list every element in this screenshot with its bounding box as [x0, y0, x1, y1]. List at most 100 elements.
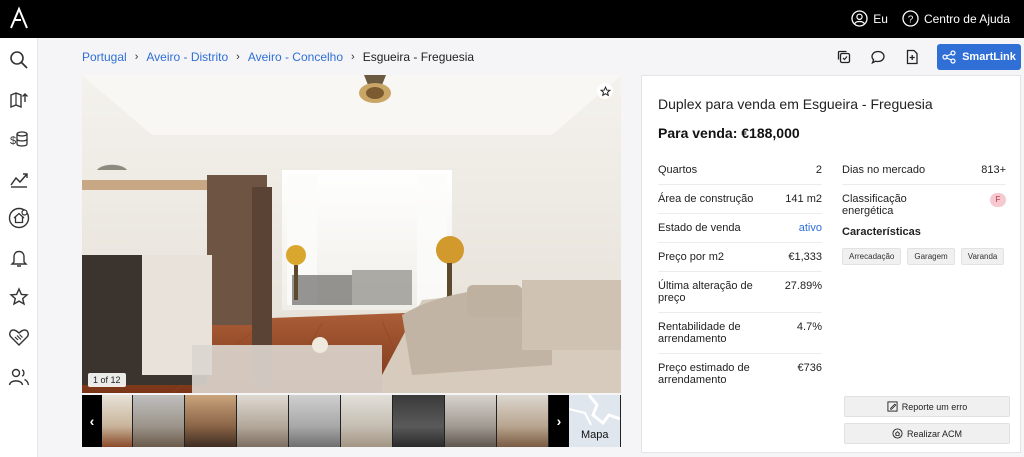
detail-label: Última alteração de preço: [658, 280, 753, 304]
detail-row: Estado de venda ativo: [658, 214, 822, 243]
breadcrumb-aveiro-concelho[interactable]: Aveiro - Concelho: [248, 50, 343, 64]
user-label: Eu: [873, 11, 888, 26]
help-label: Centro de Ajuda: [923, 11, 1010, 26]
features-title: Características: [842, 226, 921, 238]
living-room-photo: [82, 75, 621, 393]
logo-icon[interactable]: [8, 6, 30, 30]
main-photo[interactable]: 1 of 12: [82, 75, 621, 393]
compare-button[interactable]: [833, 46, 855, 68]
thumbnail[interactable]: [185, 395, 236, 447]
thumbnail-strip: ‹ › Mapa: [82, 394, 621, 447]
detail-label: Área de construção: [658, 193, 754, 205]
detail-row: Quartos 2: [658, 156, 822, 185]
thumbnail[interactable]: [289, 395, 340, 447]
chevron-right-icon: ›: [236, 51, 240, 63]
feature-tag: Arrecadação: [842, 248, 902, 265]
detail-row: Rentabilidade de arrendamento 4.7%: [658, 313, 822, 354]
detail-value: 4.7%: [796, 321, 822, 333]
thumbnail[interactable]: [237, 395, 288, 447]
detail-row: Preço estimado de arrendamento €736: [658, 354, 822, 394]
chevron-right-icon: ›: [351, 51, 355, 63]
thumbnail[interactable]: [102, 395, 132, 447]
chevron-right-icon: ›: [556, 413, 562, 429]
listing-panel: Duplex para venda em Esgueira - Freguesi…: [641, 75, 1021, 453]
detail-value: 2: [815, 164, 822, 176]
listing-actions: [833, 46, 923, 68]
report-error-label: Reporte um erro: [901, 401, 968, 412]
chevron-right-icon: ›: [134, 51, 139, 63]
star-outline-icon: [599, 85, 611, 96]
breadcrumb-current: Esgueira - Freguesia: [362, 50, 475, 64]
detail-label: Estado de venda: [658, 222, 741, 234]
money-stack-icon[interactable]: $: [7, 127, 31, 151]
detail-label: Dias no mercado: [842, 164, 926, 176]
detail-value: €1,333: [788, 251, 822, 263]
star-icon[interactable]: [7, 285, 31, 309]
detail-label: Classificação energética: [842, 193, 907, 217]
svg-text:?: ?: [908, 15, 914, 26]
help-center-link[interactable]: ? Centro de Ajuda: [902, 10, 1010, 27]
handshake-icon[interactable]: [7, 325, 31, 349]
user-menu[interactable]: Eu: [851, 10, 888, 27]
thumbnail[interactable]: [393, 395, 444, 447]
listing-title: Duplex para venda em Esgueira - Freguesi…: [658, 96, 933, 112]
smartlink-label: SmartLink: [962, 51, 1016, 63]
user-icon: [851, 10, 868, 27]
thumbnail[interactable]: [445, 395, 496, 447]
edit-icon: [887, 401, 898, 412]
file-plus-icon: [906, 49, 918, 65]
smartlink-button[interactable]: SmartLink: [937, 44, 1021, 70]
comment-button[interactable]: [867, 46, 889, 68]
search-icon[interactable]: [7, 48, 31, 72]
add-document-button[interactable]: [901, 46, 923, 68]
sale-status-value[interactable]: ativo: [799, 222, 822, 234]
map-upload-icon[interactable]: [7, 88, 31, 112]
detail-row: Dias no mercado 813+: [842, 156, 1006, 185]
help-icon: ?: [902, 10, 919, 27]
listing-details-secondary: Dias no mercado 813+ Classificação energé…: [842, 156, 1006, 225]
top-bar: Eu ? Centro de Ajuda: [0, 0, 1024, 38]
chevron-left-icon: ‹: [89, 413, 95, 429]
detail-row: Preço por m2 €1,333: [658, 243, 822, 272]
photo-counter: 1 of 12: [88, 373, 126, 387]
users-icon[interactable]: [7, 365, 31, 389]
detail-label: Preço estimado de arrendamento: [658, 362, 750, 386]
favorite-button[interactable]: [597, 83, 613, 99]
features-list: Arrecadação Garagem Varanda: [842, 248, 1005, 265]
detail-row: Classificação energética F: [842, 185, 1006, 225]
breadcrumb: Portugal › Aveiro - Distrito › Aveiro - …: [82, 50, 474, 64]
detail-value: €736: [797, 362, 822, 374]
thumbnail[interactable]: [497, 395, 548, 447]
thumbnail[interactable]: [133, 395, 184, 447]
map-thumbnail[interactable]: Mapa: [568, 394, 621, 447]
detail-row: Área de construção 141 m2: [658, 185, 822, 214]
report-error-button[interactable]: Reporte um erro: [844, 396, 1010, 417]
detail-label: Preço por m2: [658, 251, 725, 263]
listing-details: Quartos 2 Área de construção 141 m2 Estado…: [658, 156, 822, 394]
map-label: Mapa: [581, 429, 609, 441]
market-chart-icon[interactable]: [7, 167, 31, 191]
detail-label: Quartos: [658, 164, 698, 176]
breadcrumb-portugal[interactable]: Portugal: [82, 50, 127, 64]
detail-value: 141 m2: [785, 193, 822, 205]
share-icon: [942, 50, 956, 64]
sidebar: $: [0, 38, 38, 457]
thumbnail-next-button[interactable]: ›: [549, 395, 569, 447]
listing-price: Para venda: €188,000: [658, 125, 800, 141]
thumbnail[interactable]: [341, 395, 392, 447]
energy-rating-badge: F: [990, 193, 1006, 207]
thumbnail-prev-button[interactable]: ‹: [82, 395, 102, 447]
breadcrumb-aveiro-distrito[interactable]: Aveiro - Distrito: [146, 50, 228, 64]
svg-text:$: $: [10, 135, 16, 147]
run-acm-button[interactable]: Realizar ACM: [844, 423, 1010, 444]
feature-tag: Varanda: [960, 248, 1005, 265]
detail-row: Última alteração de preço 27.89%: [658, 272, 822, 313]
copy-icon: [837, 50, 851, 64]
feature-tag: Garagem: [907, 248, 955, 265]
home-settings-icon[interactable]: [7, 206, 31, 230]
home-valuation-icon: [892, 428, 903, 439]
bell-icon[interactable]: [7, 246, 31, 270]
detail-label: Rentabilidade de arrendamento: [658, 321, 741, 345]
chat-bubble-icon: [871, 50, 885, 65]
detail-value: 813+: [981, 164, 1006, 176]
